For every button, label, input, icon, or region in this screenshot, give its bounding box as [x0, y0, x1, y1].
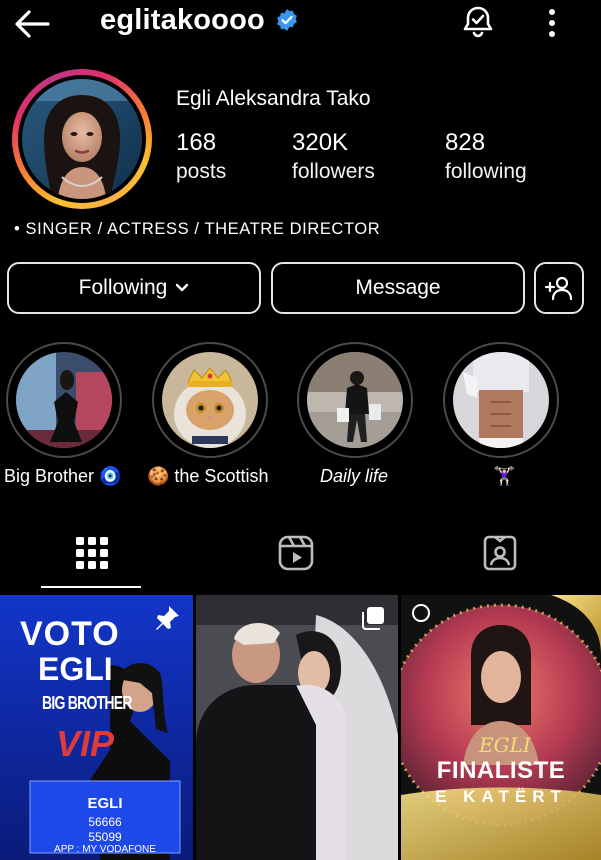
post-tile-wedding[interactable] [196, 595, 398, 860]
add-person-icon [544, 275, 574, 301]
bell-check-icon[interactable] [460, 4, 496, 40]
avatar-photo [22, 79, 142, 199]
stat-value: 828 [445, 129, 486, 156]
highlight-cover [16, 352, 112, 448]
stat-label: posts [176, 160, 227, 183]
post-image [401, 595, 601, 860]
highlight-scottish[interactable] [152, 342, 268, 458]
highlight-cover [162, 352, 258, 448]
message-button-label: Message [355, 276, 441, 299]
stat-label: followers [292, 160, 375, 183]
message-button[interactable]: Message [271, 262, 525, 314]
post-app-text: APP : MY VODAFONE [54, 844, 156, 855]
highlight-cover [453, 352, 549, 448]
grid-icon[interactable] [72, 533, 112, 573]
stat-followers[interactable]: 320K followers [292, 128, 375, 186]
profile-username: eglitakoooo [100, 4, 265, 36]
post-card-name: EGLI [87, 795, 123, 812]
verified-badge-icon [275, 8, 299, 32]
highlight-cover [307, 352, 403, 448]
reels-icon[interactable] [276, 533, 316, 573]
highlight-label: Big Brother 🧿 [4, 466, 122, 486]
highlight-fitness[interactable] [443, 342, 559, 458]
highlight-big-brother[interactable] [6, 342, 122, 458]
post-overlay-finaliste: FINALISTE [436, 757, 566, 784]
profile-tab-bar [0, 525, 601, 587]
stat-label: following [445, 160, 527, 183]
more-vertical-icon[interactable] [540, 6, 564, 40]
post-overlay-egli-script: EGLI [479, 733, 531, 757]
post-code-2: 55099 [88, 830, 122, 844]
post-tile-voto-egli[interactable]: VOTO EGLI BIG BROTHER VIP EGLI 56666 550… [0, 595, 193, 860]
stat-posts[interactable]: 168 posts [176, 128, 226, 186]
pinned-icon [152, 603, 182, 638]
stat-following[interactable]: 828 following [445, 128, 527, 186]
profile-bio: • SINGER / ACTRESS / THEATRE DIRECTOR [14, 220, 381, 238]
highlight-daily-life[interactable] [297, 342, 413, 458]
profile-full-name: Egli Aleksandra Tako [176, 87, 371, 110]
highlight-label: 🏋🏻‍♀️ [493, 466, 516, 486]
post-overlay-show: BIG BROTHER [42, 693, 132, 713]
post-code-1: 56666 [88, 815, 122, 829]
following-button[interactable]: Following [7, 262, 261, 314]
chevron-down-icon [175, 283, 189, 293]
add-person-button[interactable] [534, 262, 584, 314]
highlight-label: 🍪 the Scottish [147, 466, 269, 486]
post-overlay-katert: E KATËRT [435, 787, 567, 806]
stat-value: 168 [176, 129, 217, 156]
tagged-icon[interactable] [480, 533, 520, 573]
post-overlay-egli: EGLI [38, 651, 113, 687]
active-tab-indicator [41, 586, 141, 588]
arrow-left-icon[interactable] [12, 6, 52, 42]
post-tile-finaliste[interactable]: EGLI FINALISTE E KATËRT [401, 595, 601, 860]
top-bar: eglitakoooo [0, 0, 601, 48]
following-button-label: Following [78, 276, 168, 299]
multi-image-icon [360, 605, 386, 636]
stat-value: 320K [292, 129, 349, 156]
highlight-label: Daily life [320, 466, 389, 486]
post-overlay-vip: VIP [56, 723, 115, 764]
post-overlay-voto: VOTO [20, 615, 120, 653]
profile-avatar[interactable] [12, 69, 152, 209]
